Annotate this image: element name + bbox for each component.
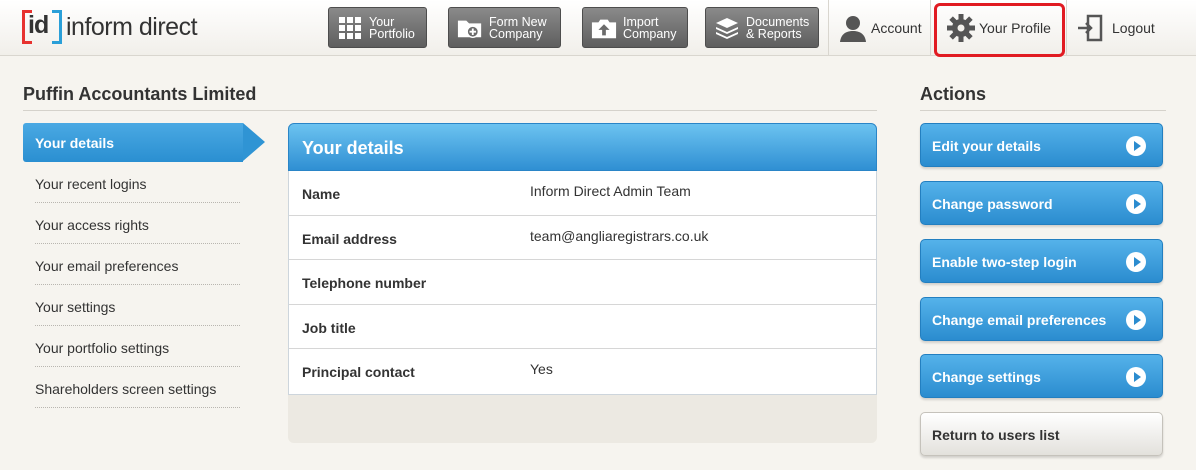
field-label: Telephone number [302, 275, 427, 292]
your-portfolio-label: Your Portfolio [369, 14, 415, 41]
sidebar-item-portfolio-settings[interactable]: Your portfolio settings [35, 326, 240, 367]
field-value: Inform Direct Admin Team [530, 183, 691, 199]
change-settings-button[interactable]: Change settings [920, 354, 1163, 398]
upload-icon [591, 15, 617, 41]
your-portfolio-button[interactable]: Your Portfolio [328, 7, 427, 48]
enable-two-step-login-button[interactable]: Enable two-step login [920, 239, 1163, 283]
import-company-button[interactable]: Import Company [582, 7, 688, 48]
account-label: Account [871, 20, 922, 36]
company-title: Puffin Accountants Limited [23, 84, 257, 104]
sidebar-item-settings[interactable]: Your settings [35, 285, 240, 326]
grid-icon [337, 15, 363, 41]
sidebar-item-shareholders-screen-settings[interactable]: Shareholders screen settings [35, 367, 240, 408]
sidebar-item-access-rights[interactable]: Your access rights [35, 203, 240, 244]
logout-label: Logout [1112, 20, 1155, 36]
arrow-right-icon [1126, 136, 1146, 156]
details-panel: Your details Name Inform Direct Admin Te… [288, 123, 877, 443]
field-value: Yes [530, 361, 553, 378]
user-icon [838, 13, 868, 43]
edit-your-details-button[interactable]: Edit your details [920, 123, 1163, 167]
documents-reports-label: Documents & Reports [746, 14, 810, 41]
logo-name: inform direct [66, 12, 198, 41]
field-label: Name [302, 186, 341, 202]
divider [920, 110, 1166, 111]
sidebar-item-label: Your details [35, 135, 115, 151]
import-company-label: Import Company [623, 14, 677, 41]
sidebar-item-email-preferences[interactable]: Your email preferences [35, 244, 240, 285]
folder-plus-icon [457, 15, 483, 41]
account-link[interactable]: Account [838, 0, 922, 56]
profile-highlight-box [934, 3, 1065, 57]
arrow-right-icon [1126, 367, 1146, 387]
arrow-right-icon [1126, 194, 1146, 214]
inform-direct-logo[interactable]: id inform direct [22, 8, 198, 46]
arrow-right-icon [1126, 252, 1146, 272]
form-new-company-label: Form New Company [489, 14, 547, 41]
table-row: Email address team@angliaregistrars.co.u… [289, 216, 876, 261]
table-row: Telephone number [289, 260, 876, 305]
table-row: Job title [289, 305, 876, 350]
action-label: Edit your details [932, 138, 1041, 154]
sidebar-item-your-details[interactable]: Your details [23, 123, 266, 162]
arrow-right-icon [1126, 310, 1146, 330]
change-password-button[interactable]: Change password [920, 181, 1163, 225]
action-label: Change settings [932, 369, 1041, 385]
details-panel-header: Your details [288, 123, 877, 171]
change-email-preferences-button[interactable]: Change email preferences [920, 297, 1163, 341]
action-label: Enable two-step login [932, 254, 1077, 270]
details-panel-title: Your details [302, 138, 404, 158]
sidebar: Your details Your recent logins Your acc… [23, 123, 266, 408]
divider [23, 110, 877, 111]
sidebar-item-recent-logins[interactable]: Your recent logins [35, 162, 240, 203]
field-value: team@angliaregistrars.co.uk [530, 227, 709, 244]
table-row: Name Inform Direct Admin Team [289, 171, 876, 216]
action-label: Change password [932, 196, 1053, 212]
logo-mark: id [22, 8, 62, 46]
form-new-company-button[interactable]: Form New Company [448, 7, 561, 48]
details-table: Name Inform Direct Admin Team Email addr… [288, 171, 877, 395]
return-to-users-list-button[interactable]: Return to users list [920, 412, 1163, 456]
actions-title: Actions [920, 84, 987, 104]
logout-icon [1076, 13, 1104, 43]
documents-reports-button[interactable]: Documents & Reports [705, 7, 819, 48]
field-label: Email address [302, 230, 397, 247]
action-label: Change email preferences [932, 312, 1107, 328]
logout-link[interactable]: Logout [1076, 0, 1155, 56]
table-row: Principal contact Yes [289, 349, 876, 394]
stack-icon [714, 15, 740, 41]
field-label: Principal contact [302, 364, 415, 381]
action-label: Return to users list [932, 427, 1060, 443]
field-label: Job title [302, 319, 356, 336]
logo-mark-text: id [28, 11, 49, 39]
